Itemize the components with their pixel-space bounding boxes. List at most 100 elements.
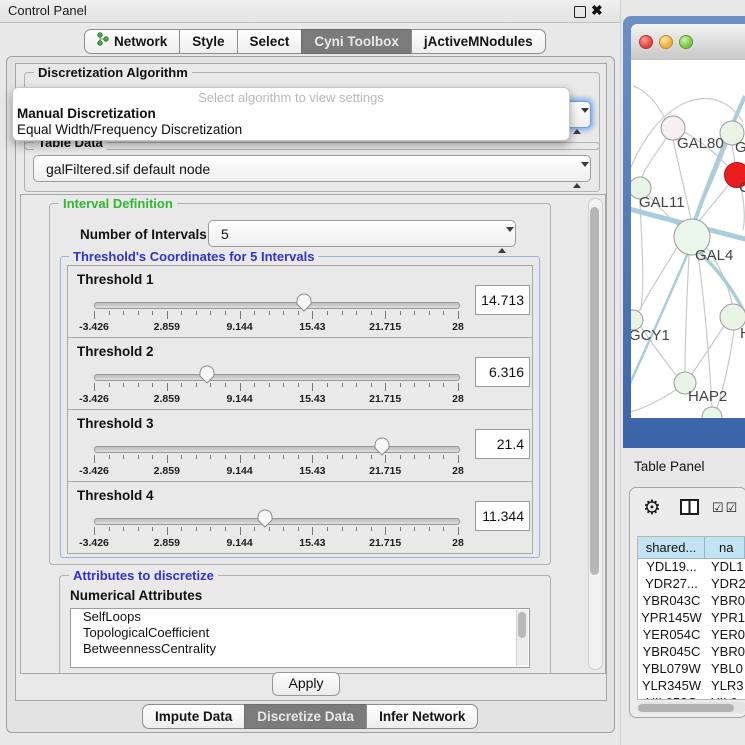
table-row[interactable]: YPR145WYPR1	[638, 610, 745, 627]
slider-handle[interactable]	[374, 437, 390, 456]
application-window: Control Panel ✖ Network Style SelectCyni T…	[0, 0, 745, 745]
table-cell[interactable]: YDR2	[705, 576, 745, 593]
columns-icon[interactable]	[680, 499, 699, 520]
threshold-value-field[interactable]: 14.713	[475, 285, 530, 315]
table-cell[interactable]: YLR345W	[638, 678, 705, 695]
table-row[interactable]: YLR345WYLR3	[638, 678, 745, 695]
float-panel-icon[interactable]	[574, 6, 586, 18]
tab-select[interactable]: Select	[237, 29, 303, 54]
network-edge	[640, 199, 643, 310]
table-row[interactable]: YBR045CYBR0	[638, 644, 745, 661]
slider-handle[interactable]	[257, 509, 273, 528]
network-edge	[685, 255, 689, 372]
table-data-combobox[interactable]: galFiltered.sif default node	[33, 155, 591, 182]
table-row[interactable]: YDR27...YDR2	[638, 576, 745, 593]
tab-label: Style	[192, 30, 224, 53]
gear-icon[interactable]: ⚙	[643, 495, 661, 520]
numerical-attributes-list[interactable]: SelfLoopsTopologicalCoefficientBetweenne…	[70, 608, 530, 668]
table-cell[interactable]: YBR0	[705, 593, 745, 610]
checkbox-icons[interactable]: ☑☑	[712, 500, 739, 516]
table-cell[interactable]: YDL19...	[638, 559, 705, 576]
table-data-group: Table Data galFiltered.sif default node	[24, 142, 600, 192]
settings-scroll-pane: Interval Definition Number of Intervals …	[20, 194, 606, 674]
table-cell[interactable]: YIL052C	[638, 695, 705, 700]
table-cell[interactable]: YBR0	[705, 644, 745, 661]
tick-label: 2.859	[154, 465, 180, 477]
slider-handle[interactable]	[296, 293, 312, 312]
list-scrollbar[interactable]	[516, 610, 528, 666]
threshold-value-field[interactable]: 6.316	[475, 357, 530, 387]
column-header[interactable]: na	[705, 537, 745, 559]
table-cell[interactable]: YDL1	[705, 559, 745, 576]
table-row[interactable]: YBR043CYBR0	[638, 593, 745, 610]
slider-track[interactable]	[94, 374, 460, 381]
apply-button[interactable]: Apply	[272, 672, 340, 696]
slider-tick-labels: -3.4262.8599.14415.4321.71528	[94, 321, 458, 333]
table-cell[interactable]: YER054C	[638, 627, 705, 644]
attribute-item-topologicalcoefficient[interactable]: TopologicalCoefficient	[71, 625, 529, 641]
table-row[interactable]: YDL19...YDL1	[638, 559, 745, 576]
close-panel-icon[interactable]: ✖	[591, 2, 603, 19]
vertical-scrollbar[interactable]	[588, 198, 603, 670]
table-cell[interactable]: YLR3	[705, 678, 745, 695]
cyni-toolbox-content: Discretization Algorithm Table Data galF…	[15, 63, 607, 701]
minimize-window-icon[interactable]	[659, 35, 673, 49]
tick-label: -3.426	[79, 465, 109, 477]
table-cell[interactable]: YBR043C	[638, 593, 705, 610]
tab-jactivemnodules[interactable]: jActiveMNodules	[411, 29, 546, 54]
tab-discretize-data[interactable]: Discretize Data	[244, 704, 367, 729]
tab-cyni-toolbox[interactable]: Cyni Toolbox	[301, 29, 412, 54]
network-window-titlebar[interactable]	[631, 24, 745, 61]
slider-ticks	[94, 383, 458, 392]
scrollbar-thumb[interactable]	[590, 207, 599, 575]
threshold-value-field[interactable]: 21.4	[475, 429, 530, 459]
tab-label: Discretize Data	[257, 705, 354, 728]
tab-infer-network[interactable]: Infer Network	[366, 704, 478, 729]
table-row[interactable]: YIL052CYIL0	[638, 695, 745, 700]
bottom-tab-bar: Impute Data Discretize Data Infer Network	[142, 704, 478, 729]
panel-title: Control Panel	[8, 3, 87, 18]
tab-impute-data[interactable]: Impute Data	[142, 704, 245, 729]
threshold-value-field[interactable]: 11.344	[475, 501, 530, 531]
node-label: GA	[735, 139, 745, 156]
combo-stepper-icon	[573, 108, 582, 135]
tick-label: 2.859	[154, 393, 180, 405]
slider-tick-labels: -3.4262.8599.14415.4321.71528	[94, 393, 458, 405]
table-cell[interactable]: YBL0	[705, 661, 745, 678]
table-cell[interactable]: YBR045C	[638, 644, 705, 661]
attribute-item-selfloops[interactable]: SelfLoops	[71, 609, 529, 625]
dropdown-option-equal-width-frequency-discretization[interactable]: Equal Width/Frequency Discretization	[17, 122, 242, 137]
tab-style[interactable]: Style	[179, 29, 237, 54]
attribute-item-betweennesscentrality[interactable]: BetweennessCentrality	[71, 641, 529, 657]
network-node[interactable]	[702, 407, 722, 418]
slider-track[interactable]	[94, 446, 460, 453]
slider-handle[interactable]	[199, 365, 215, 384]
tick-label: 21.715	[369, 321, 401, 333]
table-cell[interactable]: YPR145W	[638, 610, 705, 627]
number-of-intervals-combobox[interactable]: 5	[208, 220, 516, 247]
table-cell[interactable]: YPR1	[705, 610, 745, 627]
table-cell[interactable]: YIL0	[705, 695, 745, 700]
close-window-icon[interactable]	[639, 35, 653, 49]
scrollbar-thumb[interactable]	[638, 704, 734, 712]
table-cell[interactable]: YDR27...	[638, 576, 705, 593]
table-cell[interactable]: YBL079W	[638, 661, 705, 678]
tab-label: Impute Data	[155, 705, 232, 728]
tick-label: 21.715	[369, 393, 401, 405]
slider-track[interactable]	[94, 302, 460, 309]
table-row[interactable]: YER054CYER0	[638, 627, 745, 644]
zoom-window-icon[interactable]	[679, 35, 693, 49]
network-edge-thick	[694, 96, 745, 223]
threshold-row: Threshold 1-3.4262.8599.14415.4321.71528…	[67, 265, 533, 338]
horizontal-scrollbar[interactable]	[637, 702, 745, 713]
network-edge	[633, 86, 665, 119]
slider-track[interactable]	[94, 518, 460, 525]
dropdown-option-manual-discretization[interactable]: Manual Discretization	[17, 106, 156, 121]
table-cell[interactable]: YER0	[705, 627, 745, 644]
column-header[interactable]: shared...	[638, 537, 705, 559]
network-canvas[interactable]: GAL80GACGAL11GAL4GCY1HHAP2	[631, 60, 745, 418]
number-of-intervals-value: 5	[221, 226, 229, 242]
table-row[interactable]: YBL079WYBL0	[638, 661, 745, 678]
threshold-rows: Threshold 1-3.4262.8599.14415.4321.71528…	[67, 266, 533, 554]
tab-network[interactable]: Network	[84, 29, 180, 54]
